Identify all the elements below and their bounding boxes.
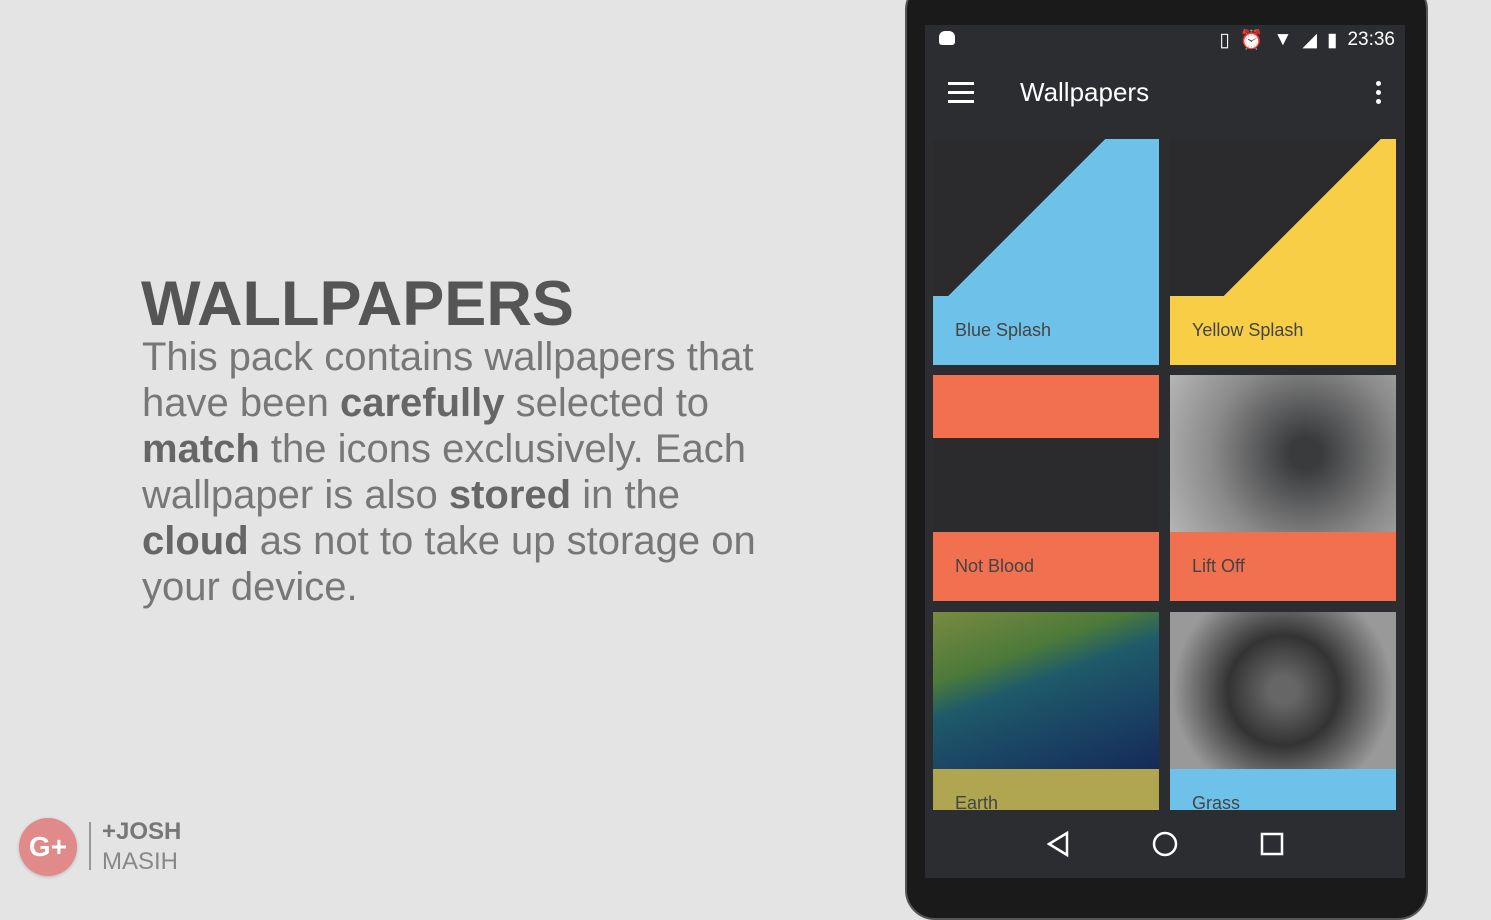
- home-icon[interactable]: [1151, 830, 1179, 858]
- battery-charging-icon: ▮: [1326, 29, 1338, 51]
- wallpaper-preview: [1170, 612, 1396, 769]
- wallpaper-tile[interactable]: Earth: [933, 612, 1159, 838]
- phone-screen: ▯ ⏰ ▼ ◢ ▮ 23:36 Wallpapers Blue Splash Ye…: [925, 25, 1405, 878]
- wallpaper-preview: [933, 612, 1159, 769]
- wallpaper-preview: [1170, 139, 1396, 296]
- recents-icon[interactable]: [1259, 831, 1285, 857]
- toolbar: Wallpapers: [925, 55, 1405, 130]
- wallpaper-label: Yellow Splash: [1170, 296, 1396, 365]
- wallpaper-tile[interactable]: Yellow Splash: [1170, 139, 1396, 365]
- divider: [89, 822, 91, 870]
- description-segment: in the: [571, 473, 681, 517]
- description-segment: match: [142, 427, 260, 471]
- wallpaper-preview: [933, 375, 1159, 532]
- navigation-bar: [925, 810, 1405, 878]
- wallpaper-preview: [933, 139, 1159, 296]
- signal-icon: ◢: [1302, 29, 1317, 51]
- promo-description: This pack contains wallpapers that have …: [142, 334, 782, 610]
- status-bar: ▯ ⏰ ▼ ◢ ▮ 23:36: [925, 25, 1405, 55]
- alarm-icon: ⏰: [1239, 30, 1264, 51]
- description-segment: cloud: [142, 519, 249, 563]
- menu-icon[interactable]: [948, 82, 974, 103]
- wallpaper-tile[interactable]: Grass: [1170, 612, 1396, 838]
- author-last-name: MASIH: [102, 848, 179, 875]
- wallpaper-tile[interactable]: Not Blood: [933, 375, 1159, 601]
- status-time: 23:36: [1347, 29, 1395, 50]
- wallpaper-tile[interactable]: Blue Splash: [933, 139, 1159, 365]
- more-options-icon[interactable]: [1376, 81, 1381, 104]
- wallpaper-preview: [1170, 375, 1396, 532]
- wallpaper-label: Blue Splash: [933, 296, 1159, 365]
- wallpaper-label: Lift Off: [1170, 532, 1396, 601]
- wifi-icon: ▼: [1273, 29, 1293, 50]
- description-segment: stored: [448, 473, 572, 517]
- android-icon: [939, 31, 955, 45]
- wallpaper-tile[interactable]: Lift Off: [1170, 375, 1396, 601]
- promo-title: WALLPAPERS: [141, 269, 574, 339]
- google-plus-icon: G+: [19, 818, 77, 876]
- back-icon[interactable]: [1045, 830, 1071, 858]
- author-first-name: +JOSH: [102, 818, 182, 845]
- toolbar-title: Wallpapers: [1020, 77, 1150, 107]
- description-segment: selected to: [504, 381, 710, 425]
- description-segment: carefully: [339, 381, 505, 425]
- vibrate-icon: ▯: [1219, 29, 1230, 51]
- wallpaper-label: Not Blood: [933, 532, 1159, 601]
